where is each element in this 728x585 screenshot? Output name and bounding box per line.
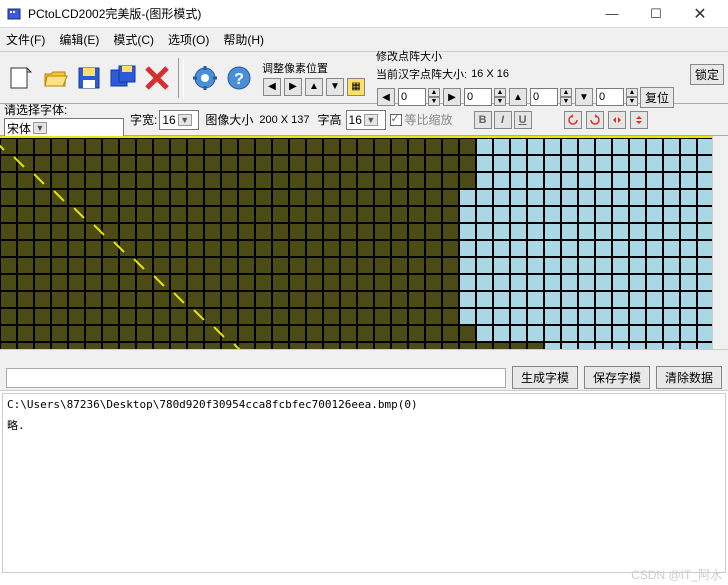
lock-button[interactable]: 锁定 — [690, 64, 724, 85]
width-dec-icon[interactable]: ◀ — [377, 88, 395, 106]
height-inc-icon[interactable]: ▼ — [575, 88, 593, 106]
clear-button[interactable]: 清除数据 — [656, 366, 722, 389]
current-size-label: 当前汉字点阵大小: — [376, 66, 467, 82]
reset-button[interactable]: 复位 — [640, 87, 674, 108]
canvas[interactable] — [0, 136, 728, 365]
canvas-scroll-v[interactable] — [712, 136, 728, 349]
height-spinner[interactable]: 0 — [530, 88, 558, 106]
current-size-value: 16 X 16 — [471, 68, 509, 80]
width2-spin-buttons[interactable]: ▲▼ — [494, 88, 506, 106]
help-icon[interactable]: ? — [223, 62, 255, 94]
menu-file[interactable]: 文件(F) — [6, 31, 45, 48]
flip-v-icon[interactable] — [630, 111, 648, 129]
window-title: PCtoLCD2002完美版-(图形模式) — [28, 5, 590, 22]
pixel-adjust-label: 调整像素位置 — [262, 60, 372, 76]
char-width-dropdown[interactable]: 16▼ — [159, 110, 199, 130]
output-area[interactable]: C:\Users\87236\Desktop\780d920f30954cca8… — [2, 393, 726, 573]
highlight-icon[interactable]: ▦ — [347, 78, 365, 96]
delete-icon[interactable] — [141, 62, 173, 94]
pixel-adjust-panel: 调整像素位置 ◀ ▶ ▲ ▼ ▦ — [262, 60, 372, 96]
italic-button[interactable]: I — [494, 111, 512, 129]
char-height-dropdown[interactable]: 16▼ — [346, 110, 386, 130]
underline-button[interactable]: U — [514, 111, 532, 129]
settings-icon[interactable] — [189, 62, 221, 94]
height-spin-buttons[interactable]: ▲▼ — [560, 88, 572, 106]
image-size-label: 图像大小 — [205, 111, 253, 128]
width-spinner[interactable]: 0 — [398, 88, 426, 106]
rotate-left-icon[interactable] — [564, 111, 582, 129]
open-icon[interactable] — [39, 62, 71, 94]
scale-checkbox[interactable] — [390, 114, 402, 126]
save-icon[interactable] — [73, 62, 105, 94]
rotate-right-icon[interactable] — [586, 111, 604, 129]
menu-edit[interactable]: 编辑(E) — [59, 31, 99, 48]
height2-spinner[interactable]: 0 — [596, 88, 624, 106]
char-height-label: 字高 — [318, 111, 342, 128]
maximize-button[interactable]: ☐ — [634, 1, 678, 27]
menu-help[interactable]: 帮助(H) — [223, 31, 264, 48]
save-font-button[interactable]: 保存字模 — [584, 366, 650, 389]
titlebar: PCtoLCD2002完美版-(图形模式) — ☐ ✕ — [0, 0, 728, 28]
bold-button[interactable]: B — [474, 111, 492, 129]
generate-button[interactable]: 生成字模 — [512, 366, 578, 389]
toolbar: ? 调整像素位置 ◀ ▶ ▲ ▼ ▦ 修改点阵大小 当前汉字点阵大小: 16 X… — [0, 52, 728, 104]
height2-spin-buttons[interactable]: ▲▼ — [626, 88, 638, 106]
save-as-icon[interactable] — [107, 62, 139, 94]
shift-down-icon[interactable]: ▼ — [326, 78, 344, 96]
font-dropdown[interactable]: 宋体▼ — [4, 118, 124, 138]
app-icon — [6, 6, 22, 22]
width-spin-buttons[interactable]: ▲▼ — [428, 88, 440, 106]
scale-label: 等比缩放 — [405, 111, 453, 128]
window-buttons: — ☐ ✕ — [590, 1, 722, 27]
matrix-size-panel: 修改点阵大小 当前汉字点阵大小: 16 X 16 锁定 ◀ 0 ▲▼ ▶ 0 ▲… — [376, 48, 724, 108]
width2-spinner[interactable]: 0 — [464, 88, 492, 106]
matrix-size-label: 修改点阵大小 — [376, 48, 442, 64]
new-icon[interactable] — [5, 62, 37, 94]
svg-text:?: ? — [234, 71, 244, 88]
image-size-value: 200 X 137 — [259, 114, 309, 126]
text-input[interactable] — [6, 368, 506, 388]
shift-right-icon[interactable]: ▶ — [284, 78, 302, 96]
separator — [178, 58, 184, 98]
shift-left-icon[interactable]: ◀ — [263, 78, 281, 96]
width-inc-icon[interactable]: ▶ — [443, 88, 461, 106]
output-line1: C:\Users\87236\Desktop\780d920f30954cca8… — [7, 398, 721, 411]
menu-mode[interactable]: 模式(C) — [113, 31, 154, 48]
menu-options[interactable]: 选项(O) — [168, 31, 209, 48]
height-dec-icon[interactable]: ▲ — [509, 88, 527, 106]
minimize-button[interactable]: — — [590, 1, 634, 27]
shift-up-icon[interactable]: ▲ — [305, 78, 323, 96]
pixel-grid[interactable] — [0, 138, 728, 359]
output-line2: 略. — [7, 417, 721, 433]
close-button[interactable]: ✕ — [678, 1, 722, 27]
char-width-label: 字宽: — [130, 111, 157, 128]
canvas-scroll-h[interactable] — [0, 349, 728, 365]
font-row: 请选择字体: 宋体▼ 字宽: 16▼ 图像大小 200 X 137 字高 16▼… — [0, 104, 728, 136]
flip-h-icon[interactable] — [608, 111, 626, 129]
watermark: CSDN @IT_阿水 — [631, 566, 722, 583]
action-row: 生成字模 保存字模 清除数据 — [0, 365, 728, 391]
